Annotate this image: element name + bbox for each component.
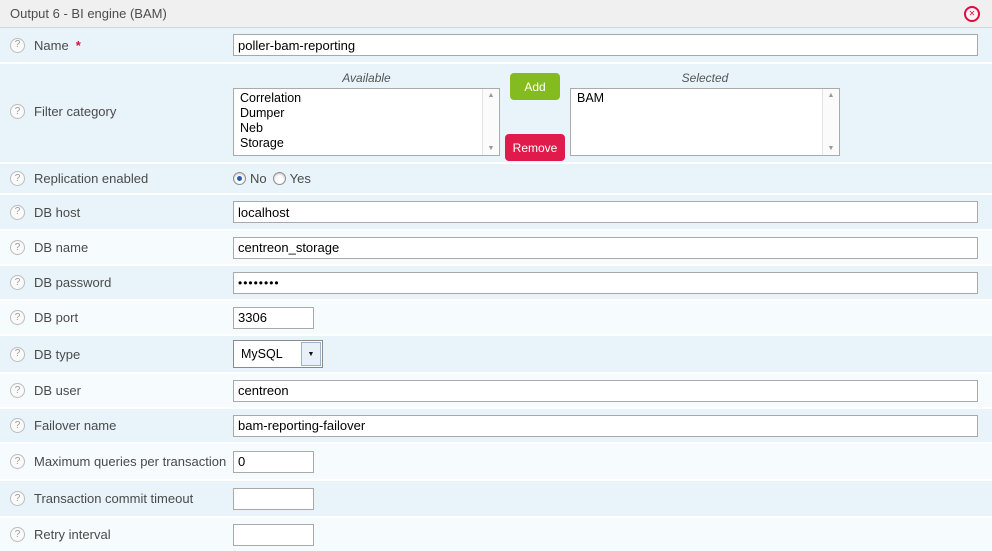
help-icon[interactable]: ? bbox=[10, 527, 25, 542]
help-icon[interactable]: ? bbox=[10, 240, 25, 255]
form-row-db-user: ? DB user bbox=[0, 374, 992, 409]
field-label-db-user: DB user bbox=[34, 383, 81, 398]
form-row-failover-name: ? Failover name bbox=[0, 409, 992, 444]
radio-no-label[interactable]: No bbox=[250, 171, 267, 186]
db-user-input[interactable] bbox=[233, 380, 978, 402]
select-arrow-button[interactable]: ▼ bbox=[301, 342, 321, 366]
field-label-filter-category: Filter category bbox=[34, 104, 116, 119]
help-icon[interactable]: ? bbox=[10, 310, 25, 325]
db-type-selected-value: MySQL bbox=[234, 347, 301, 361]
field-label-db-port: DB port bbox=[34, 310, 78, 325]
list-item[interactable]: BAM bbox=[577, 91, 819, 106]
form-row-name: ? Name * bbox=[0, 28, 992, 64]
form-row-db-host: ? DB host bbox=[0, 195, 992, 231]
form-row-max-queries: ? Maximum queries per transaction bbox=[0, 444, 992, 481]
replication-radio-group: No Yes bbox=[233, 171, 317, 186]
remove-button[interactable]: Remove bbox=[505, 134, 565, 161]
failover-name-input[interactable] bbox=[233, 415, 978, 437]
form-row-db-name: ? DB name bbox=[0, 231, 992, 266]
scroll-down-icon[interactable]: ▼ bbox=[488, 145, 495, 152]
db-password-input[interactable] bbox=[233, 272, 978, 294]
field-label-retry-interval: Retry interval bbox=[34, 527, 111, 542]
list-item[interactable]: Dumper bbox=[240, 106, 479, 121]
db-host-input[interactable] bbox=[233, 201, 978, 223]
add-button[interactable]: Add bbox=[510, 73, 560, 100]
form-row-db-password: ? DB password bbox=[0, 266, 992, 301]
db-name-input[interactable] bbox=[233, 237, 978, 259]
help-icon[interactable]: ? bbox=[10, 491, 25, 506]
list-item[interactable]: Neb bbox=[240, 121, 479, 136]
output-config-panel: Output 6 - BI engine (BAM) ✕ ? Name * ? … bbox=[0, 0, 992, 551]
selected-list-title: Selected bbox=[570, 70, 840, 88]
help-icon[interactable]: ? bbox=[10, 418, 25, 433]
close-icon[interactable]: ✕ bbox=[964, 6, 980, 22]
radio-yes[interactable] bbox=[273, 172, 286, 185]
field-label-transaction-commit-timeout: Transaction commit timeout bbox=[34, 491, 193, 506]
field-label-db-type: DB type bbox=[34, 347, 80, 362]
help-icon[interactable]: ? bbox=[10, 347, 25, 362]
scroll-down-icon[interactable]: ▼ bbox=[828, 145, 835, 152]
field-label-name: Name bbox=[34, 38, 69, 53]
form-row-db-type: ? DB type MySQL ▼ bbox=[0, 336, 992, 374]
form-row-filter-category: ? Filter category Available Correlation … bbox=[0, 64, 992, 164]
help-icon[interactable]: ? bbox=[10, 383, 25, 398]
list-item[interactable]: Correlation bbox=[240, 91, 479, 106]
scrollbar[interactable]: ▲ ▼ bbox=[822, 89, 839, 155]
db-type-select[interactable]: MySQL ▼ bbox=[233, 340, 323, 368]
field-label-failover-name: Failover name bbox=[34, 418, 116, 433]
help-icon[interactable]: ? bbox=[10, 38, 25, 53]
radio-yes-label[interactable]: Yes bbox=[290, 171, 311, 186]
chevron-down-icon: ▼ bbox=[308, 351, 315, 358]
filter-category-dual-list: Available Correlation Dumper Neb Storage… bbox=[233, 70, 978, 161]
field-label-db-name: DB name bbox=[34, 240, 88, 255]
help-icon[interactable]: ? bbox=[10, 205, 25, 220]
help-icon[interactable]: ? bbox=[10, 171, 25, 186]
form-row-transaction-commit-timeout: ? Transaction commit timeout bbox=[0, 481, 992, 518]
panel-title: Output 6 - BI engine (BAM) bbox=[10, 6, 167, 21]
scrollbar[interactable]: ▲ ▼ bbox=[482, 89, 499, 155]
form-row-retry-interval: ? Retry interval bbox=[0, 518, 992, 551]
selected-listbox[interactable]: BAM ▲ ▼ bbox=[570, 88, 840, 156]
form-row-replication-enabled: ? Replication enabled No Yes bbox=[0, 164, 992, 195]
scroll-up-icon[interactable]: ▲ bbox=[828, 92, 835, 99]
name-input[interactable] bbox=[233, 34, 978, 56]
field-label-db-host: DB host bbox=[34, 205, 80, 220]
scroll-up-icon[interactable]: ▲ bbox=[488, 92, 495, 99]
field-label-max-queries: Maximum queries per transaction bbox=[34, 454, 226, 469]
help-icon[interactable]: ? bbox=[10, 454, 25, 469]
max-queries-input[interactable] bbox=[233, 451, 314, 473]
retry-interval-input[interactable] bbox=[233, 524, 314, 546]
available-listbox[interactable]: Correlation Dumper Neb Storage ▲ ▼ bbox=[233, 88, 500, 156]
list-item[interactable]: Storage bbox=[240, 136, 479, 151]
radio-no[interactable] bbox=[233, 172, 246, 185]
transaction-commit-timeout-input[interactable] bbox=[233, 488, 314, 510]
help-icon[interactable]: ? bbox=[10, 104, 25, 119]
help-icon[interactable]: ? bbox=[10, 275, 25, 290]
panel-header: Output 6 - BI engine (BAM) ✕ bbox=[0, 0, 992, 28]
db-port-input[interactable] bbox=[233, 307, 314, 329]
required-marker: * bbox=[76, 38, 81, 53]
field-label-replication-enabled: Replication enabled bbox=[34, 171, 148, 186]
form-row-db-port: ? DB port bbox=[0, 301, 992, 336]
available-list-title: Available bbox=[233, 70, 500, 88]
field-label-db-password: DB password bbox=[34, 275, 111, 290]
